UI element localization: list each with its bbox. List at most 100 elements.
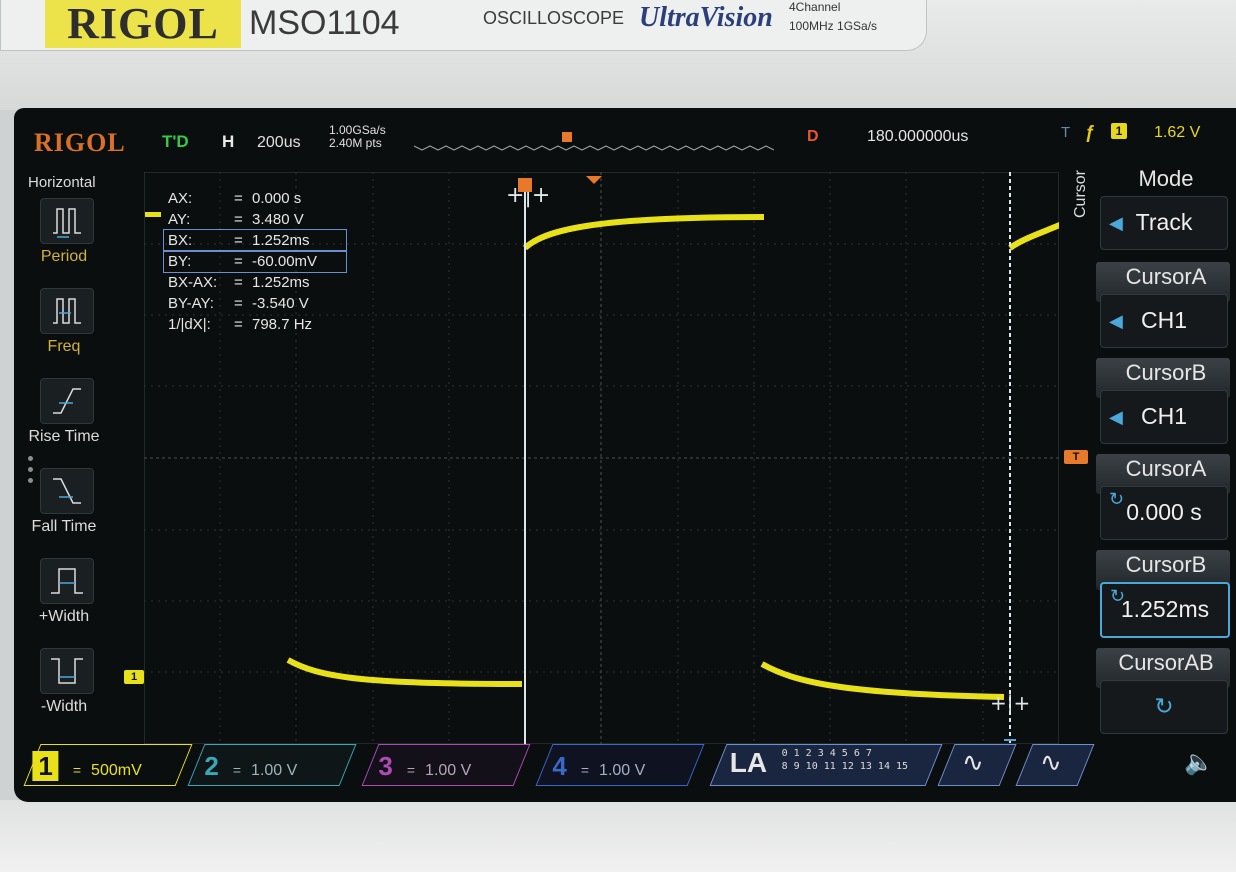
brand-series: UltraVision (639, 2, 773, 33)
readout-inv-dx: 1/|dX|: = 798.7 Hz (168, 316, 313, 333)
cursor-a-tag (518, 178, 532, 192)
ch4-number: 4 (552, 751, 567, 781)
freq-label: Freq (47, 338, 81, 355)
fall-time-icon (40, 468, 94, 514)
memory-depth: 2.40M pts (329, 136, 382, 150)
freq-icon (40, 288, 94, 334)
ch2-coupling-icon: = (232, 762, 242, 778)
ch1-number: 1 (32, 751, 59, 781)
ch4-scale: 1.00 V (599, 762, 646, 779)
scope-screen: RIGOL T'D H 200us 1.00GSa/s 2.40M pts D … (14, 108, 1236, 802)
negative-width-label: -Width (40, 698, 88, 715)
rise-time-icon (40, 378, 94, 424)
brand-channels: 4Channel (789, 0, 841, 14)
source-2-tab[interactable]: ∿ (1015, 744, 1095, 786)
ch3-coupling-icon: = (406, 762, 416, 778)
mode-title: Mode (1138, 166, 1194, 191)
trigger-status: T'D (162, 132, 189, 151)
sample-info: 1.00GSa/s 2.40M pts (329, 124, 386, 150)
brand-speed: 100MHz 1GSa/s (789, 19, 878, 33)
cursor-a-source: CH1 (1140, 307, 1187, 333)
ch3-tab[interactable]: 3 = 1.00 V (361, 744, 531, 786)
negative-width-icon (40, 648, 94, 694)
cursor-b-source-select[interactable]: ◀ CH1 (1100, 390, 1228, 444)
ch1-scale: 500mV (91, 762, 142, 779)
readout-by-ay: BY-AY: = -3.540 V (168, 295, 309, 312)
trigger-source-badge: 1 (1111, 123, 1127, 139)
cursor-readout: AX: = 0.000 s AY: = 3.480 V BX: = 1.252ms BY: =… (163, 188, 347, 335)
cursor-a-source-title: CursorA (1125, 264, 1207, 289)
source-1-tab[interactable]: ∿ (937, 744, 1017, 786)
period-label: Period (40, 248, 88, 265)
delay-label: D (807, 128, 819, 145)
la-channel-map: 0 1 2 3 4 5 6 7 8 9 10 11 12 13 14 15 (782, 747, 908, 773)
readout-bx: BX: = 1.252ms (163, 229, 347, 252)
readout-ay: AY: = 3.480 V (168, 211, 304, 228)
readout-by: BY: = -60.00mV (163, 250, 347, 273)
readout-ax: AX: = 0.000 s (168, 190, 302, 207)
positive-width-icon (40, 558, 94, 604)
ch4-coupling-icon: = (580, 762, 590, 778)
speaker-mute-icon[interactable]: 🔈 (1184, 748, 1214, 777)
ch1-waveform (286, 214, 1059, 700)
cursor-a-source-select[interactable]: ◀ CH1 (1100, 294, 1228, 348)
cursor-menu: Cursor Mode ◀ Track CursorA ◀ CH1 Cursor… (1072, 158, 1236, 738)
cursor-b-pos-value: 1.252ms (1120, 596, 1210, 622)
cursor-a-pos-value: 0.000 s (1126, 499, 1202, 525)
cursor-b-position[interactable]: ↻ 1.252ms (1100, 582, 1230, 638)
channel-bar: 1 = 500mV 2 = 1.00 V 3 = 1.00 V 4 = 1.00 V LA 0 … (14, 740, 1236, 788)
trigger-level[interactable]: 1.62 V (1154, 124, 1200, 142)
memory-overview-strip (414, 132, 774, 151)
scope-bezel-bottom (0, 800, 1236, 872)
ch2-number: 2 (204, 751, 219, 781)
measure-fall-time[interactable]: Fall Time (14, 468, 114, 554)
trigger-position-marker (586, 176, 602, 184)
brand-spec: 4Channel 100MHz 1GSa/s (789, 0, 877, 33)
ch1-legend-swatch (145, 212, 161, 217)
mode-value: Track (1135, 209, 1193, 235)
cursor-ab-adjust[interactable]: ↻ (1100, 680, 1228, 734)
brand-type: OSCILLOSCOPE (483, 8, 625, 28)
cursor-b-source: CH1 (1140, 403, 1187, 429)
readout-bx-ax: BX-AX: = 1.252ms (168, 274, 310, 291)
trigger-level-marker[interactable]: T (1064, 450, 1088, 464)
delay-value[interactable]: 180.000000us (867, 128, 968, 146)
ch2-tab[interactable]: 2 = 1.00 V (187, 744, 357, 786)
scope-bezel-top: RIGOL MSO1104 OSCILLOSCOPE UltraVision 4… (0, 0, 1236, 110)
ch3-scale: 1.00 V (425, 762, 472, 779)
rise-time-label: Rise Time (28, 428, 100, 445)
ch1-offset-marker[interactable]: 1 (124, 670, 144, 684)
cursor-b-pos-title: CursorB (1125, 552, 1207, 577)
measure-freq[interactable]: Freq (14, 288, 114, 374)
ch4-tab[interactable]: 4 = 1.00 V (535, 744, 705, 786)
knob-icon: ↻ (1154, 693, 1174, 719)
cursor-a-position[interactable]: ↻ 0.000 s (1100, 486, 1228, 540)
la-row-2: 8 9 10 11 12 13 14 15 (781, 761, 909, 772)
sine-wave-icon: ∿ (1040, 747, 1062, 777)
cursor-ab-title: CursorAB (1118, 650, 1214, 675)
period-icon (40, 198, 94, 244)
overview-trigger-marker (562, 132, 572, 142)
fall-time-label: Fall Time (31, 518, 97, 535)
menu-title: Horizontal (28, 174, 96, 191)
overview-wave (414, 145, 774, 151)
brand-plate: RIGOL MSO1104 OSCILLOSCOPE UltraVision 4… (0, 0, 927, 51)
brand-logo: RIGOL (45, 0, 241, 48)
cursor-side-label: Cursor (1072, 169, 1089, 218)
measure-positive-width[interactable]: +Width (14, 558, 114, 644)
ch3-number: 3 (378, 751, 393, 781)
la-tab[interactable]: LA 0 1 2 3 4 5 6 7 8 9 10 11 12 13 14 15 (709, 744, 943, 786)
timebase-value[interactable]: 200us (257, 134, 301, 152)
measure-negative-width[interactable]: -Width (14, 648, 114, 734)
mode-select[interactable]: ◀ Track (1100, 196, 1228, 250)
la-label: LA (729, 747, 768, 778)
screen-logo: RIGOL (34, 128, 126, 157)
positive-width-label: +Width (38, 608, 90, 625)
horizontal-label: H (222, 132, 235, 151)
la-row-1: 0 1 2 3 4 5 6 7 (781, 748, 872, 759)
ch1-tab[interactable]: 1 = 500mV (23, 744, 193, 786)
sine-wave-icon: ∿ (962, 747, 984, 777)
measure-rise-time[interactable]: Rise Time (14, 378, 114, 464)
measure-period[interactable]: Period (14, 198, 114, 284)
horizontal-measure-menu: Horizontal Period Freq Rise Time Fall Ti… (14, 170, 114, 740)
